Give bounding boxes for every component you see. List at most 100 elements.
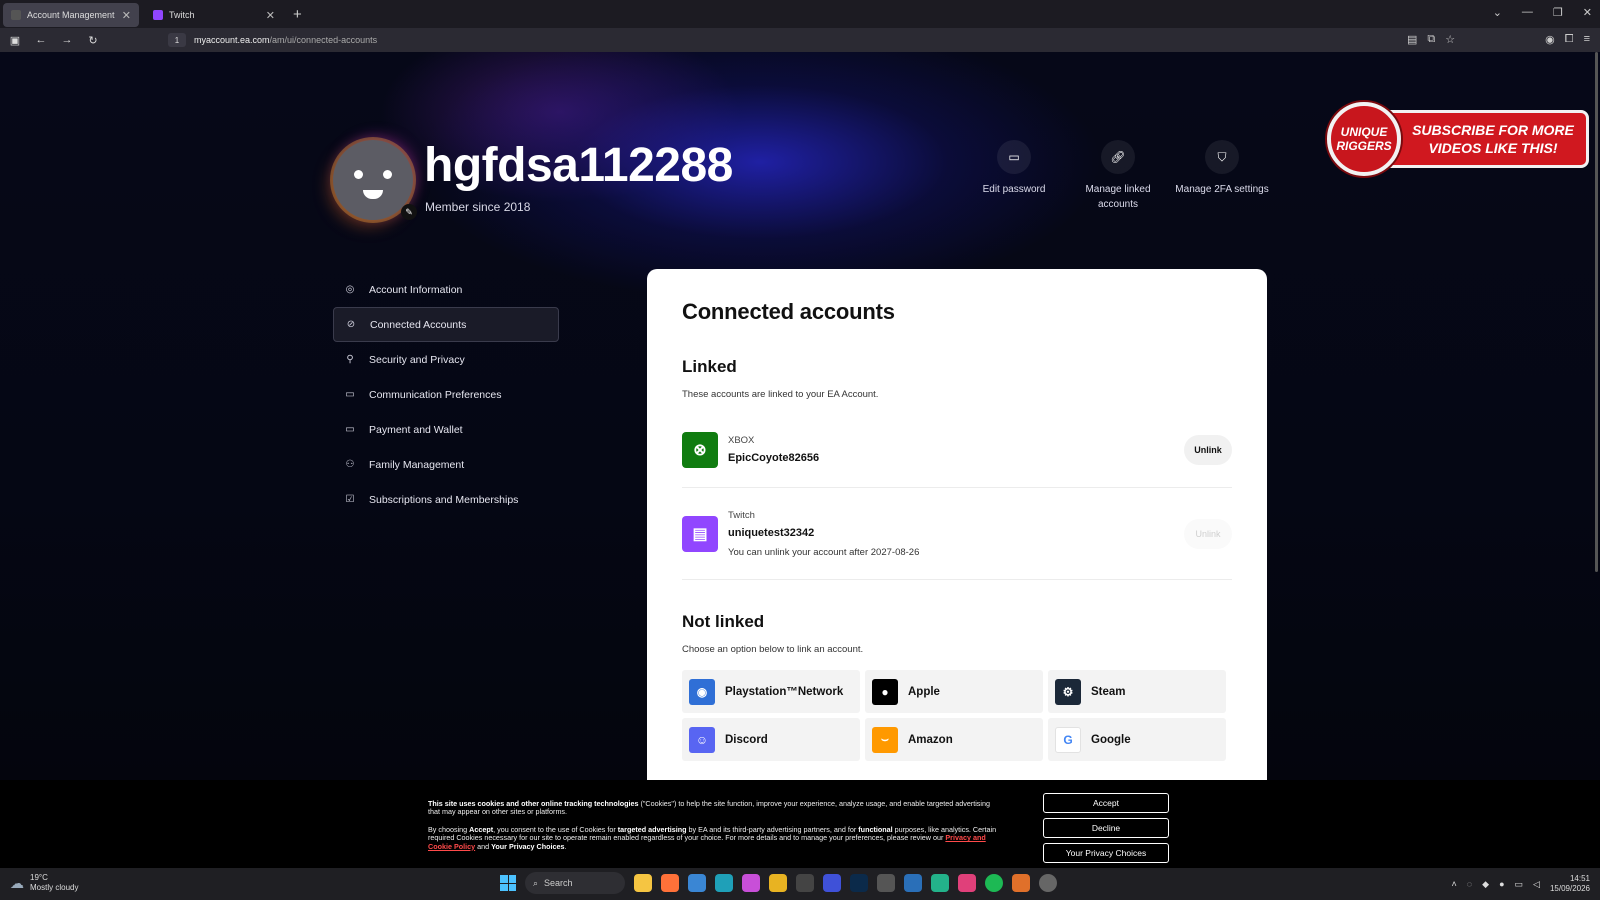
tab-account-management[interactable]: Account Management ✕ bbox=[3, 3, 139, 27]
bookmark-star-icon[interactable]: ☆ bbox=[1445, 33, 1455, 46]
volume-icon[interactable]: ◁ bbox=[1533, 879, 1540, 890]
sidebar-item-subscriptions[interactable]: ☑ Subscriptions and Memberships bbox=[333, 482, 559, 517]
screenshot-icon[interactable]: ⧉ bbox=[1427, 33, 1435, 46]
app-icon[interactable] bbox=[796, 874, 814, 892]
cloud-icon: ☁ bbox=[10, 874, 24, 891]
address-bar[interactable]: 1 myaccount.ea.com/am/ui/connected-accou… bbox=[168, 31, 1368, 49]
site-info-icon[interactable]: 1 bbox=[168, 33, 186, 47]
extension-icon[interactable]: ◉ bbox=[1545, 33, 1555, 46]
sidebar-item-account-information[interactable]: ◎ Account Information bbox=[333, 272, 559, 307]
app-icon[interactable] bbox=[1039, 874, 1057, 892]
sidebar-item-label: Account Information bbox=[369, 283, 463, 296]
lock-person-icon: ⚲ bbox=[346, 354, 354, 365]
unlink-xbox-button[interactable]: Unlink bbox=[1184, 434, 1232, 465]
unlink-twitch-button[interactable]: Unlink bbox=[1184, 518, 1232, 549]
cookie-text: This site uses cookies and other online … bbox=[428, 799, 998, 851]
link-google-button[interactable]: G Google bbox=[1048, 718, 1226, 761]
url-host: myaccount.ea.com bbox=[194, 35, 270, 45]
link-amazon-button[interactable]: ⌣ Amazon bbox=[865, 718, 1043, 761]
sidebar-item-label: Family Management bbox=[369, 458, 465, 471]
extensions-puzzle-icon[interactable]: ⧠ bbox=[1565, 33, 1574, 46]
close-tab-icon[interactable]: ✕ bbox=[122, 9, 131, 22]
chevron-up-icon[interactable]: ˄ bbox=[1452, 879, 1457, 889]
app-icon[interactable] bbox=[931, 874, 949, 892]
app-icon[interactable] bbox=[904, 874, 922, 892]
system-tray: ˄ ◌ ◆ ● ▭ ◁ 14:51 15/09/2026 bbox=[1452, 874, 1590, 894]
password-icon: ▭ bbox=[997, 140, 1031, 174]
option-label: Google bbox=[1091, 733, 1131, 746]
app-icon[interactable] bbox=[958, 874, 976, 892]
tab-twitch[interactable]: Twitch ✕ bbox=[145, 3, 283, 27]
option-label: Amazon bbox=[908, 733, 953, 746]
file-explorer-icon[interactable] bbox=[634, 874, 652, 892]
sidebar-item-payment[interactable]: ▭ Payment and Wallet bbox=[333, 412, 559, 447]
cookie-privacy-choices-button[interactable]: Your Privacy Choices bbox=[1043, 843, 1169, 863]
spotify-icon[interactable] bbox=[985, 874, 1003, 892]
discord-icon: ☺ bbox=[689, 726, 715, 753]
microphone-icon[interactable]: ● bbox=[1499, 879, 1504, 889]
new-tab-button[interactable]: + bbox=[293, 6, 302, 23]
app-icon[interactable] bbox=[1012, 874, 1030, 892]
cookie-p2-e: and bbox=[475, 841, 492, 851]
username: hgfdsa112288 bbox=[424, 139, 733, 192]
sidebar-item-label: Communication Preferences bbox=[369, 388, 502, 401]
menu-icon[interactable]: ≡ bbox=[1584, 33, 1590, 46]
manage-2fa-button[interactable]: ⛉ Manage 2FA settings bbox=[1174, 140, 1270, 197]
link-discord-button[interactable]: ☺ Discord bbox=[682, 718, 860, 761]
vegas-icon[interactable] bbox=[823, 874, 841, 892]
weather-desc: Mostly cloudy bbox=[30, 883, 79, 892]
card-icon: ▭ bbox=[345, 424, 355, 435]
sidebar-item-label: Subscriptions and Memberships bbox=[369, 493, 519, 506]
close-window-icon[interactable]: ✕ bbox=[1583, 6, 1592, 19]
card-title: Connected accounts bbox=[682, 299, 895, 324]
linked-platform: Twitch bbox=[728, 509, 755, 521]
page-scrollbar[interactable] bbox=[1595, 52, 1598, 572]
tab-list-icon[interactable]: ⌄ bbox=[1493, 6, 1502, 19]
reload-icon[interactable]: ↻ bbox=[82, 34, 104, 47]
taskbar-search[interactable]: ⌕ Search bbox=[525, 872, 625, 894]
edit-avatar-icon[interactable]: ✎ bbox=[401, 204, 417, 220]
start-icon[interactable] bbox=[500, 875, 516, 891]
forward-icon[interactable]: → bbox=[56, 34, 78, 46]
sidebar-item-security-privacy[interactable]: ⚲ Security and Privacy bbox=[333, 342, 559, 377]
cookie-accept-button[interactable]: Accept bbox=[1043, 793, 1169, 813]
link-playstation-button[interactable]: ◉ Playstation™Network bbox=[682, 670, 860, 713]
network-icon[interactable]: ▭ bbox=[1515, 879, 1524, 890]
chrome-icon[interactable] bbox=[769, 874, 787, 892]
manage-linked-accounts-button[interactable]: 🔗︎ Manage linked accounts bbox=[1070, 140, 1166, 212]
reader-view-icon[interactable]: ▤ bbox=[1407, 33, 1417, 46]
photoshop-icon[interactable] bbox=[850, 874, 868, 892]
edge-icon[interactable] bbox=[715, 874, 733, 892]
tab-strip: Account Management ✕ Twitch ✕ + ⌄ — ❐ ✕ bbox=[0, 0, 1600, 28]
tray-app-icon[interactable]: ◌ bbox=[1467, 879, 1472, 889]
subscribe-overlay: SUBSCRIBE FOR MORE VIDEOS LIKE THIS! UNI… bbox=[1327, 100, 1592, 176]
edit-password-button[interactable]: ▭ Edit password bbox=[966, 140, 1062, 197]
sidebar-item-family[interactable]: ⚇ Family Management bbox=[333, 447, 559, 482]
restore-icon[interactable]: ❐ bbox=[1553, 6, 1563, 19]
tab-label: Twitch bbox=[169, 10, 195, 20]
mail-icon[interactable] bbox=[688, 874, 706, 892]
sidebar-toggle-icon[interactable]: ▣ bbox=[4, 34, 26, 47]
clock-date: 15/09/2026 bbox=[1549, 884, 1590, 893]
tray-app-icon[interactable]: ◆ bbox=[1482, 879, 1489, 890]
option-label: Steam bbox=[1091, 685, 1126, 698]
member-since: Member since 2018 bbox=[425, 200, 531, 214]
app-icon[interactable] bbox=[877, 874, 895, 892]
back-icon[interactable]: ← bbox=[30, 34, 52, 46]
manage-linked-label: Manage linked accounts bbox=[1085, 184, 1151, 210]
cookie-decline-button[interactable]: Decline bbox=[1043, 818, 1169, 838]
link-steam-button[interactable]: ⚙ Steam bbox=[1048, 670, 1226, 713]
link-apple-button[interactable]: ● Apple bbox=[865, 670, 1043, 713]
clock[interactable]: 14:51 15/09/2026 bbox=[1550, 874, 1590, 894]
search-icon: ⌕ bbox=[533, 877, 539, 888]
close-tab-icon[interactable]: ✕ bbox=[266, 9, 275, 22]
firefox-icon[interactable] bbox=[661, 874, 679, 892]
linked-account-name: EpicCoyote82656 bbox=[728, 452, 820, 464]
copilot-icon[interactable] bbox=[742, 874, 760, 892]
chat-icon: ▭ bbox=[345, 389, 355, 400]
minimize-icon[interactable]: — bbox=[1522, 6, 1533, 19]
weather-widget[interactable]: ☁ 19°C Mostly cloudy bbox=[10, 873, 78, 893]
sidebar-item-communication[interactable]: ▭ Communication Preferences bbox=[333, 377, 559, 412]
sidebar-item-connected-accounts[interactable]: ⊘ Connected Accounts bbox=[333, 307, 559, 342]
sidebar-item-label: Connected Accounts bbox=[370, 318, 467, 331]
